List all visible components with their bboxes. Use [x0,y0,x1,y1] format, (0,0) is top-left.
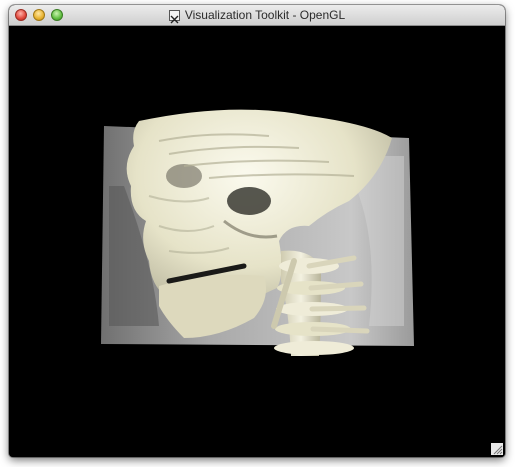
x11-icon [168,9,180,23]
title-bar[interactable]: Visualization Toolkit - OpenGL [9,5,505,26]
window-title: Visualization Toolkit - OpenGL [184,8,346,22]
render-viewport[interactable] [9,26,505,457]
volume-rendering [101,109,414,356]
resize-grip-icon[interactable] [491,443,503,455]
app-window: Visualization Toolkit - OpenGL [9,5,505,457]
